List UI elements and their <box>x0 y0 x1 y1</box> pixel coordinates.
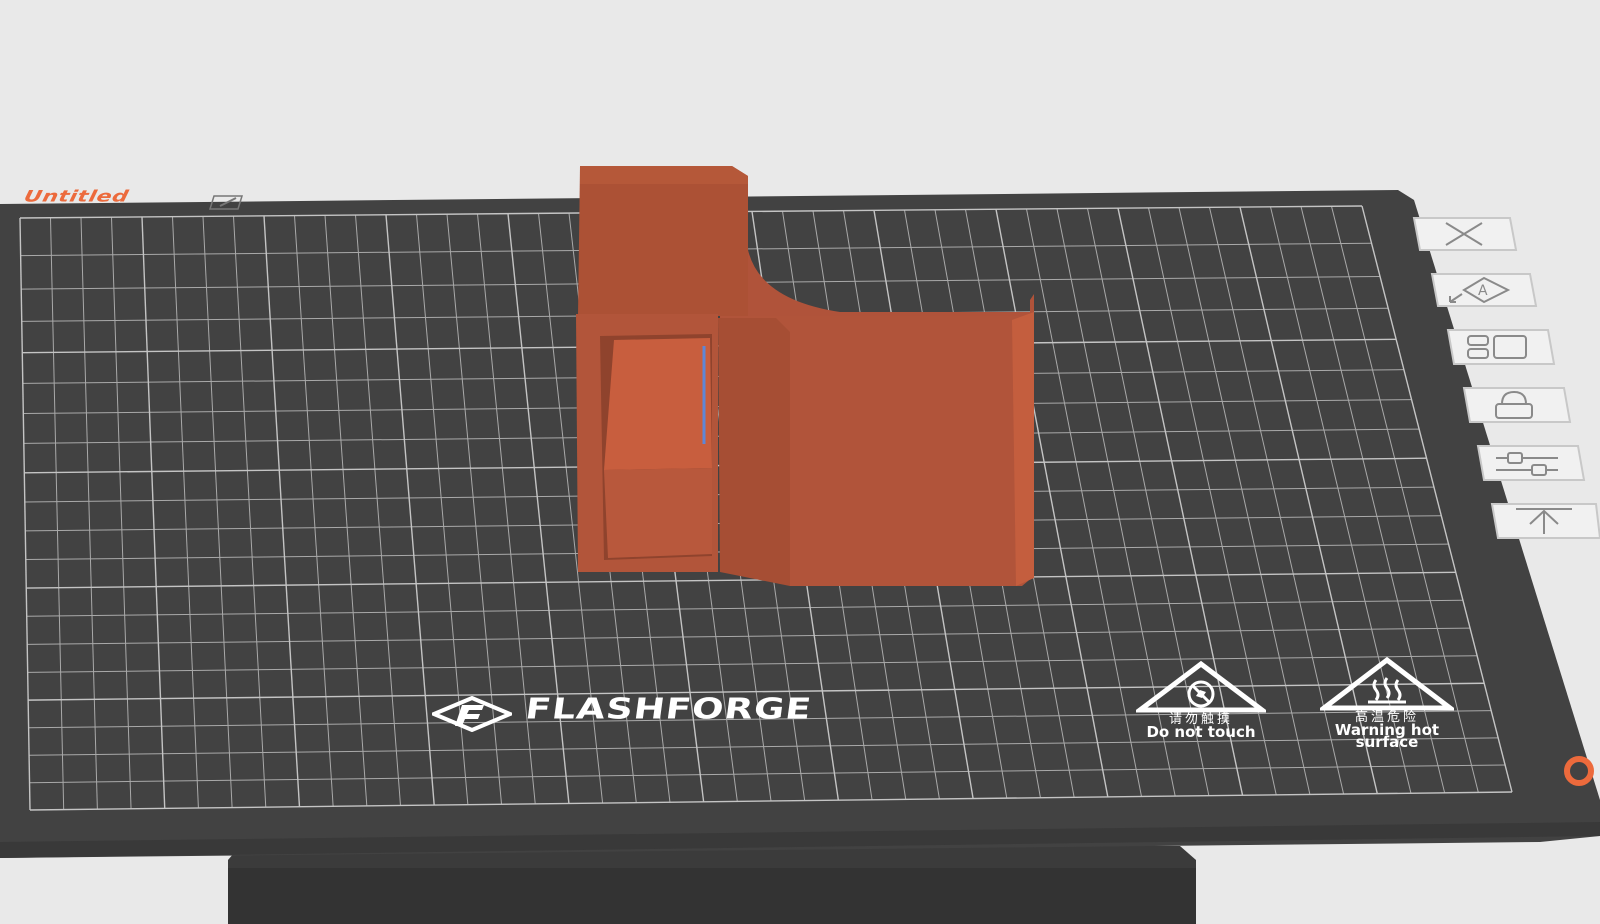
warning-hot-en2: surface <box>1355 733 1419 751</box>
no-touch-icon <box>1136 660 1266 713</box>
flashforge-logo-icon <box>432 696 512 732</box>
warning-hot-surface: 高温危险 Warning hot surface <box>1302 656 1472 751</box>
model-pocket-upper <box>604 338 712 470</box>
move-to-top-icon[interactable] <box>1488 500 1600 542</box>
warning-touch-en: Do not touch <box>1146 723 1256 741</box>
plate-title[interactable]: Untitled <box>22 188 130 206</box>
auto-orient-icon[interactable]: A <box>1428 270 1538 310</box>
model-back-top <box>580 166 748 184</box>
model-mid-column <box>718 318 790 586</box>
model-back-block <box>578 166 748 316</box>
build-plate-scene <box>0 166 1600 924</box>
svg-text:A: A <box>1478 283 1488 299</box>
plate-origin-marker <box>1564 756 1594 786</box>
warning-do-not-touch: 请勿触摸 Do not touch <box>1118 660 1284 741</box>
hot-surface-icon <box>1320 656 1454 711</box>
lock-plate-icon[interactable] <box>1460 384 1572 426</box>
bed-stand-shade <box>228 868 1196 924</box>
3d-viewport[interactable]: Untitled FLASHFORGE 请勿触摸 Do not touch 高温… <box>0 0 1600 924</box>
model-pocket-lower <box>604 468 712 558</box>
arrange-icon[interactable] <box>1444 326 1556 368</box>
plate-settings-icon[interactable] <box>1474 442 1586 484</box>
brand-name: FLASHFORGE <box>523 692 814 726</box>
edit-icon[interactable] <box>206 193 248 211</box>
delete-plate-icon[interactable] <box>1410 214 1518 254</box>
